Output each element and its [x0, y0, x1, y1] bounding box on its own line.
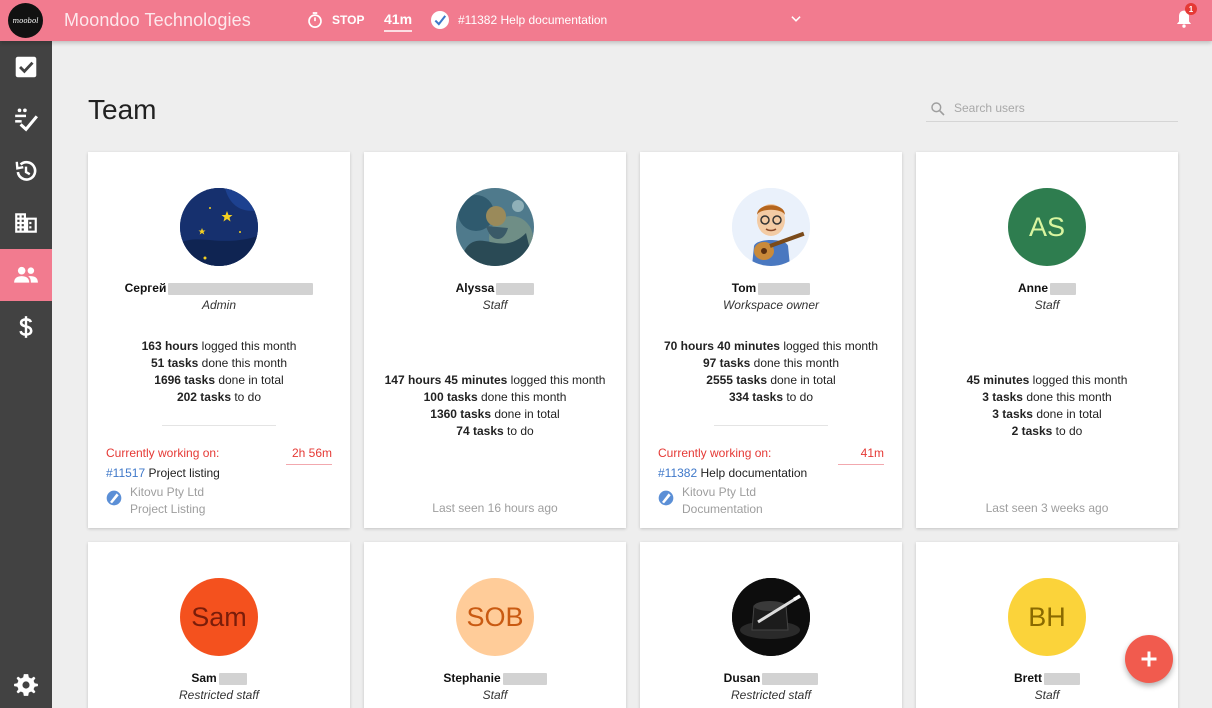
member-card[interactable]: Sam Sam Restricted staff [88, 542, 350, 708]
member-name: Dusan [640, 671, 902, 685]
client-logo-icon [106, 490, 122, 506]
sidebar-item-done[interactable] [0, 93, 52, 145]
plus-icon [1141, 651, 1157, 667]
currently-working-label: Currently working on: [658, 446, 772, 460]
elapsed-time: 41m [384, 11, 413, 27]
working-duration-underline [286, 464, 332, 465]
avatar [732, 188, 810, 266]
member-name: Sam [88, 671, 350, 685]
current-task-label[interactable]: #11382 Help documentation [458, 13, 607, 27]
member-card[interactable]: Сергей Admin 163 hours logged this month… [88, 152, 350, 528]
search-icon [931, 102, 945, 116]
gear-icon [14, 674, 38, 696]
stop-timer-button[interactable]: STOP [332, 13, 364, 27]
current-task[interactable]: #11382 Help documentation [658, 466, 807, 480]
member-name: Alyssa [364, 281, 626, 295]
sidebar-item-clients[interactable] [0, 197, 52, 249]
member-card[interactable]: Dusan Restricted staff [640, 542, 902, 708]
member-name: Stephanie [364, 671, 626, 685]
sidebar-item-settings[interactable] [0, 659, 52, 708]
member-role: Staff [482, 688, 508, 702]
member-stats: 70 hours 40 minutes logged this month 97… [663, 339, 879, 404]
divider [162, 425, 276, 426]
working-duration: 41m [860, 446, 884, 460]
last-seen: Last seen 16 hours ago [432, 501, 558, 515]
add-user-button[interactable] [1125, 635, 1173, 683]
last-seen: Last seen 3 weeks ago [985, 501, 1109, 515]
working-duration: 2h 56m [291, 446, 332, 460]
sidebar-item-billing[interactable] [0, 301, 52, 353]
sidebar-item-team[interactable] [0, 249, 52, 301]
sidebar [0, 41, 52, 708]
elapsed-underline [384, 30, 412, 32]
member-role: Workspace owner [722, 298, 820, 312]
building-icon [15, 213, 37, 233]
avatar-image [732, 188, 810, 266]
search-users-input[interactable] [954, 98, 1174, 118]
avatar: BH [1008, 578, 1086, 656]
dollar-icon [19, 316, 33, 338]
member-role: Staff [1034, 298, 1060, 312]
logo-container[interactable]: moobol [0, 0, 52, 41]
task-number-link[interactable]: #11382 [658, 466, 697, 480]
member-stats: 163 hours logged this month 51 tasks don… [141, 339, 297, 404]
people-icon [14, 266, 38, 283]
current-task[interactable]: #11517 Project listing [106, 466, 220, 480]
working-duration-underline [838, 464, 884, 465]
task-check-icon [431, 11, 449, 29]
search-bar[interactable] [926, 96, 1178, 122]
avatar: AS [1008, 188, 1086, 266]
top-bar: moobol Moondoo Technologies STOP 41m #11… [0, 0, 1212, 41]
divider [714, 425, 828, 426]
member-card[interactable]: AS Anne Staff 45 minutes logged this mon… [916, 152, 1178, 528]
member-card[interactable]: BH Brett Staff [916, 542, 1178, 708]
client-info: Kitovu Pty Ltd Project Listing [130, 485, 206, 516]
member-card[interactable]: SOB Stephanie Staff [364, 542, 626, 708]
member-name: Anne [916, 281, 1178, 295]
history-icon [15, 160, 37, 181]
avatar [456, 188, 534, 266]
stopwatch-icon[interactable] [306, 11, 324, 29]
avatar-image [732, 578, 810, 656]
member-role: Restricted staff [178, 688, 260, 702]
avatar: SOB [456, 578, 534, 656]
notification-badge: 1 [1185, 3, 1197, 15]
chevron-down-icon[interactable] [789, 12, 803, 26]
avatar [732, 578, 810, 656]
sidebar-item-history[interactable] [0, 145, 52, 197]
sidebar-item-tasks[interactable] [0, 41, 52, 93]
member-name: Tom [640, 281, 902, 295]
avatar [180, 188, 258, 266]
member-role: Admin [201, 298, 236, 312]
task-number-link[interactable]: #11517 [106, 466, 145, 480]
member-name: Сергей [88, 281, 350, 295]
currently-working-label: Currently working on: [106, 446, 220, 460]
page-title: Team [88, 94, 157, 125]
client-info: Kitovu Pty Ltd Documentation [682, 485, 763, 516]
member-role: Staff [1034, 688, 1060, 702]
checkbox-icon [15, 56, 37, 78]
workspace-title[interactable]: Moondoo Technologies [64, 10, 251, 31]
app-logo[interactable]: moobol [8, 3, 43, 38]
member-card[interactable]: Alyssa Staff 147 hours 45 minutes logged… [364, 152, 626, 528]
client-logo-icon [658, 490, 674, 506]
member-role: Restricted staff [730, 688, 812, 702]
avatar: Sam [180, 578, 258, 656]
avatar-image [456, 188, 534, 266]
avatar-image [180, 188, 258, 266]
member-stats: 147 hours 45 minutes logged this month 1… [384, 373, 606, 438]
member-role: Staff [482, 298, 508, 312]
member-stats: 45 minutes logged this month 3 tasks don… [966, 373, 1128, 438]
checklist-icon [15, 108, 38, 132]
member-card[interactable]: Tom Workspace owner 70 hours 40 minutes … [640, 152, 902, 528]
